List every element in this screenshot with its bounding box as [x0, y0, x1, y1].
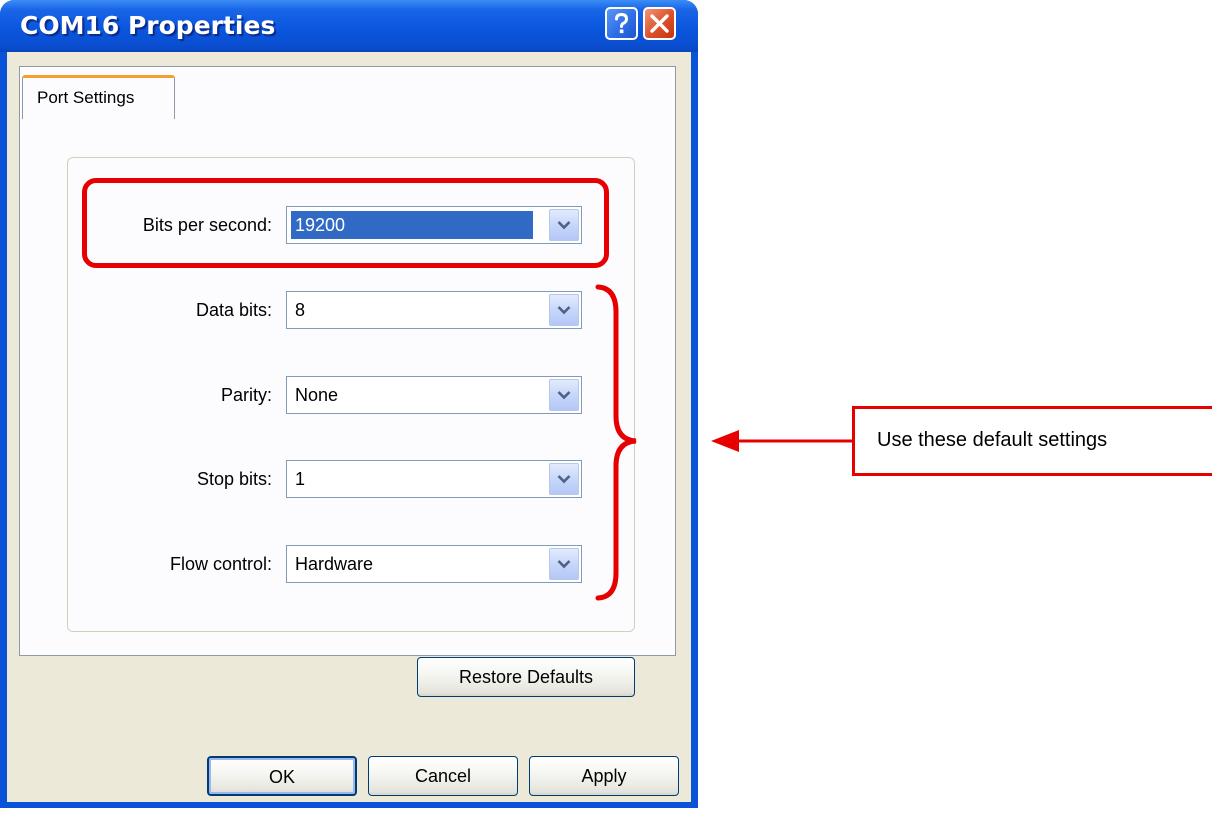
- callout-text: Use these default settings: [877, 429, 1108, 451]
- arrow-head: [711, 430, 739, 452]
- callout-box: Use these default settings: [852, 406, 1212, 476]
- curly-brace: [595, 284, 637, 601]
